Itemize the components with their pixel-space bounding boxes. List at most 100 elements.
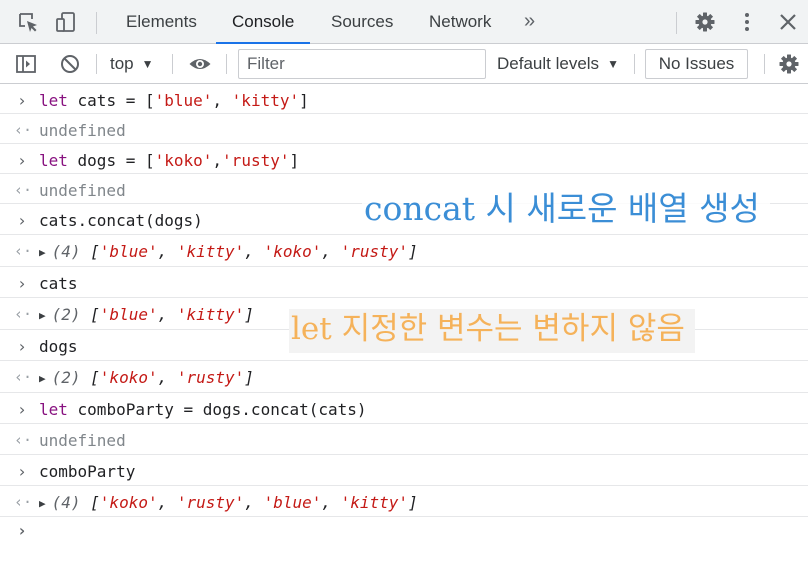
tab-elements[interactable]: Elements xyxy=(124,0,199,44)
return-arrow-icon: ‹· xyxy=(14,431,33,449)
console-toolbar: top ▼ Default levels ▼ No Issues xyxy=(0,44,808,84)
console-message-text: cats.concat(dogs) xyxy=(39,211,203,230)
log-levels-dropdown[interactable]: Default levels ▼ xyxy=(497,44,619,84)
tab-console[interactable]: Console xyxy=(215,0,311,44)
expand-triangle-icon: ▶ xyxy=(39,309,46,322)
context-selector-label: top xyxy=(110,54,134,73)
console-output-row[interactable]: ‹· ▶ (4) ['blue', 'kitty', 'koko', 'rusty'… xyxy=(0,235,808,267)
input-chevron-icon: › xyxy=(17,400,27,419)
context-selector[interactable]: top ▼ xyxy=(110,44,154,84)
separator: , xyxy=(321,242,341,261)
console-output-row: ‹· undefined xyxy=(0,114,808,144)
return-arrow-icon: ‹· xyxy=(14,305,33,323)
input-chevron-icon: › xyxy=(17,151,27,170)
bracket: ] xyxy=(244,305,254,324)
console-settings-gear-icon[interactable] xyxy=(777,52,801,76)
log-levels-label: Default levels xyxy=(497,54,600,73)
console-message-text: undefined xyxy=(39,121,126,140)
input-chevron-icon: › xyxy=(17,462,27,481)
input-chevron-icon: › xyxy=(17,337,27,356)
device-toolbar-icon[interactable] xyxy=(54,10,78,34)
array-preview[interactable]: ▶ (2) ['koko', 'rusty'] xyxy=(39,368,254,387)
bracket: ] xyxy=(408,493,418,512)
input-chevron-icon: › xyxy=(17,274,27,293)
console-output-row: ‹· undefined xyxy=(0,424,808,455)
undefined-value: undefined xyxy=(39,431,126,450)
separator: , xyxy=(244,242,264,261)
code-token: cats.concat(dogs) xyxy=(39,211,203,230)
live-expression-eye-icon[interactable] xyxy=(188,52,212,76)
more-options-kebab-icon[interactable] xyxy=(735,10,759,34)
array-item: 'blue' xyxy=(263,493,322,512)
close-icon[interactable] xyxy=(776,10,800,34)
let-annotation: let 지정한 변수는 변하지 않음 xyxy=(289,309,695,353)
array-preview[interactable]: ▶ (4) ['koko', 'rusty', 'blue', 'kitty'] xyxy=(39,493,418,512)
array-item: 'kitty' xyxy=(340,493,409,512)
return-arrow-icon: ‹· xyxy=(14,121,33,139)
expand-triangle-icon: ▶ xyxy=(39,246,46,259)
divider xyxy=(226,54,227,74)
console-input-row: › let cats = ['blue', 'kitty'] xyxy=(0,84,808,114)
issues-button[interactable]: No Issues xyxy=(645,49,748,79)
array-preview[interactable]: ▶ (2) ['blue', 'kitty'] xyxy=(39,305,254,324)
console-message-text: let comboParty = dogs.concat(cats) xyxy=(39,400,367,419)
console-output-row[interactable]: ‹· ▶ (2) ['koko', 'rusty'] xyxy=(0,361,808,393)
return-arrow-icon: ‹· xyxy=(14,181,33,199)
dropdown-arrow-icon: ▼ xyxy=(141,57,154,71)
console-message-text: ▶ (4) ['koko', 'rusty', 'blue', 'kitty'] xyxy=(39,493,418,512)
array-item: 'koko' xyxy=(263,242,322,261)
return-arrow-icon: ‹· xyxy=(14,368,33,386)
code-token: 'rusty' xyxy=(222,151,290,170)
filter-input[interactable] xyxy=(238,49,486,79)
bracket: [ xyxy=(80,242,100,261)
code-token: 'kitty' xyxy=(231,91,300,110)
array-item: 'kitty' xyxy=(176,242,245,261)
array-item: 'blue' xyxy=(99,305,158,324)
code-token: dogs = [ xyxy=(67,151,155,170)
separator: , xyxy=(157,493,177,512)
bracket: [ xyxy=(80,368,100,387)
separator: , xyxy=(244,493,264,512)
console-output-row[interactable]: ‹· ▶ (4) ['koko', 'rusty', 'blue', 'kitty'… xyxy=(0,486,808,517)
code-token: cats xyxy=(39,274,78,293)
code-token: comboParty xyxy=(39,462,136,481)
expand-triangle-icon: ▶ xyxy=(39,497,46,510)
clear-console-icon[interactable] xyxy=(58,52,82,76)
undefined-value: undefined xyxy=(39,181,126,200)
bracket: ] xyxy=(408,242,418,261)
separator: , xyxy=(157,368,177,387)
console-input-row: › comboParty xyxy=(0,455,808,486)
console-message-text: cats xyxy=(39,274,78,293)
console-input-row: › cats xyxy=(0,267,808,298)
code-token: let xyxy=(39,91,68,110)
show-sidebar-icon[interactable] xyxy=(14,52,38,76)
divider xyxy=(96,12,97,34)
array-length: (4) xyxy=(51,242,81,261)
separator: , xyxy=(321,493,341,512)
code-token: ] xyxy=(299,91,309,110)
code-token: let xyxy=(39,151,68,170)
console-prompt[interactable]: › xyxy=(0,517,808,574)
array-length: (2) xyxy=(51,305,81,324)
divider xyxy=(634,54,635,74)
code-token: let xyxy=(39,400,68,419)
return-arrow-icon: ‹· xyxy=(14,493,33,511)
settings-gear-icon[interactable] xyxy=(693,10,717,34)
code-token: ] xyxy=(289,151,300,170)
concat-annotation: concat 시 새로운 배열 생성 xyxy=(362,188,770,232)
prompt-caret-icon: › xyxy=(17,521,27,540)
return-arrow-icon: ‹· xyxy=(14,242,33,260)
divider xyxy=(676,12,677,34)
more-tabs-button[interactable]: » xyxy=(524,0,535,44)
array-length: (2) xyxy=(51,368,81,387)
array-preview[interactable]: ▶ (4) ['blue', 'kitty', 'koko', 'rusty'] xyxy=(39,242,418,261)
undefined-value: undefined xyxy=(39,121,126,140)
code-token: , xyxy=(212,151,223,170)
dropdown-arrow-icon: ▼ xyxy=(607,57,619,71)
tab-sources[interactable]: Sources xyxy=(329,0,395,44)
expand-triangle-icon: ▶ xyxy=(39,372,46,385)
tab-network[interactable]: Network xyxy=(427,0,493,44)
inspect-element-icon[interactable] xyxy=(16,10,40,34)
input-chevron-icon: › xyxy=(17,211,27,230)
code-token: comboParty = dogs.concat(cats) xyxy=(67,400,367,419)
